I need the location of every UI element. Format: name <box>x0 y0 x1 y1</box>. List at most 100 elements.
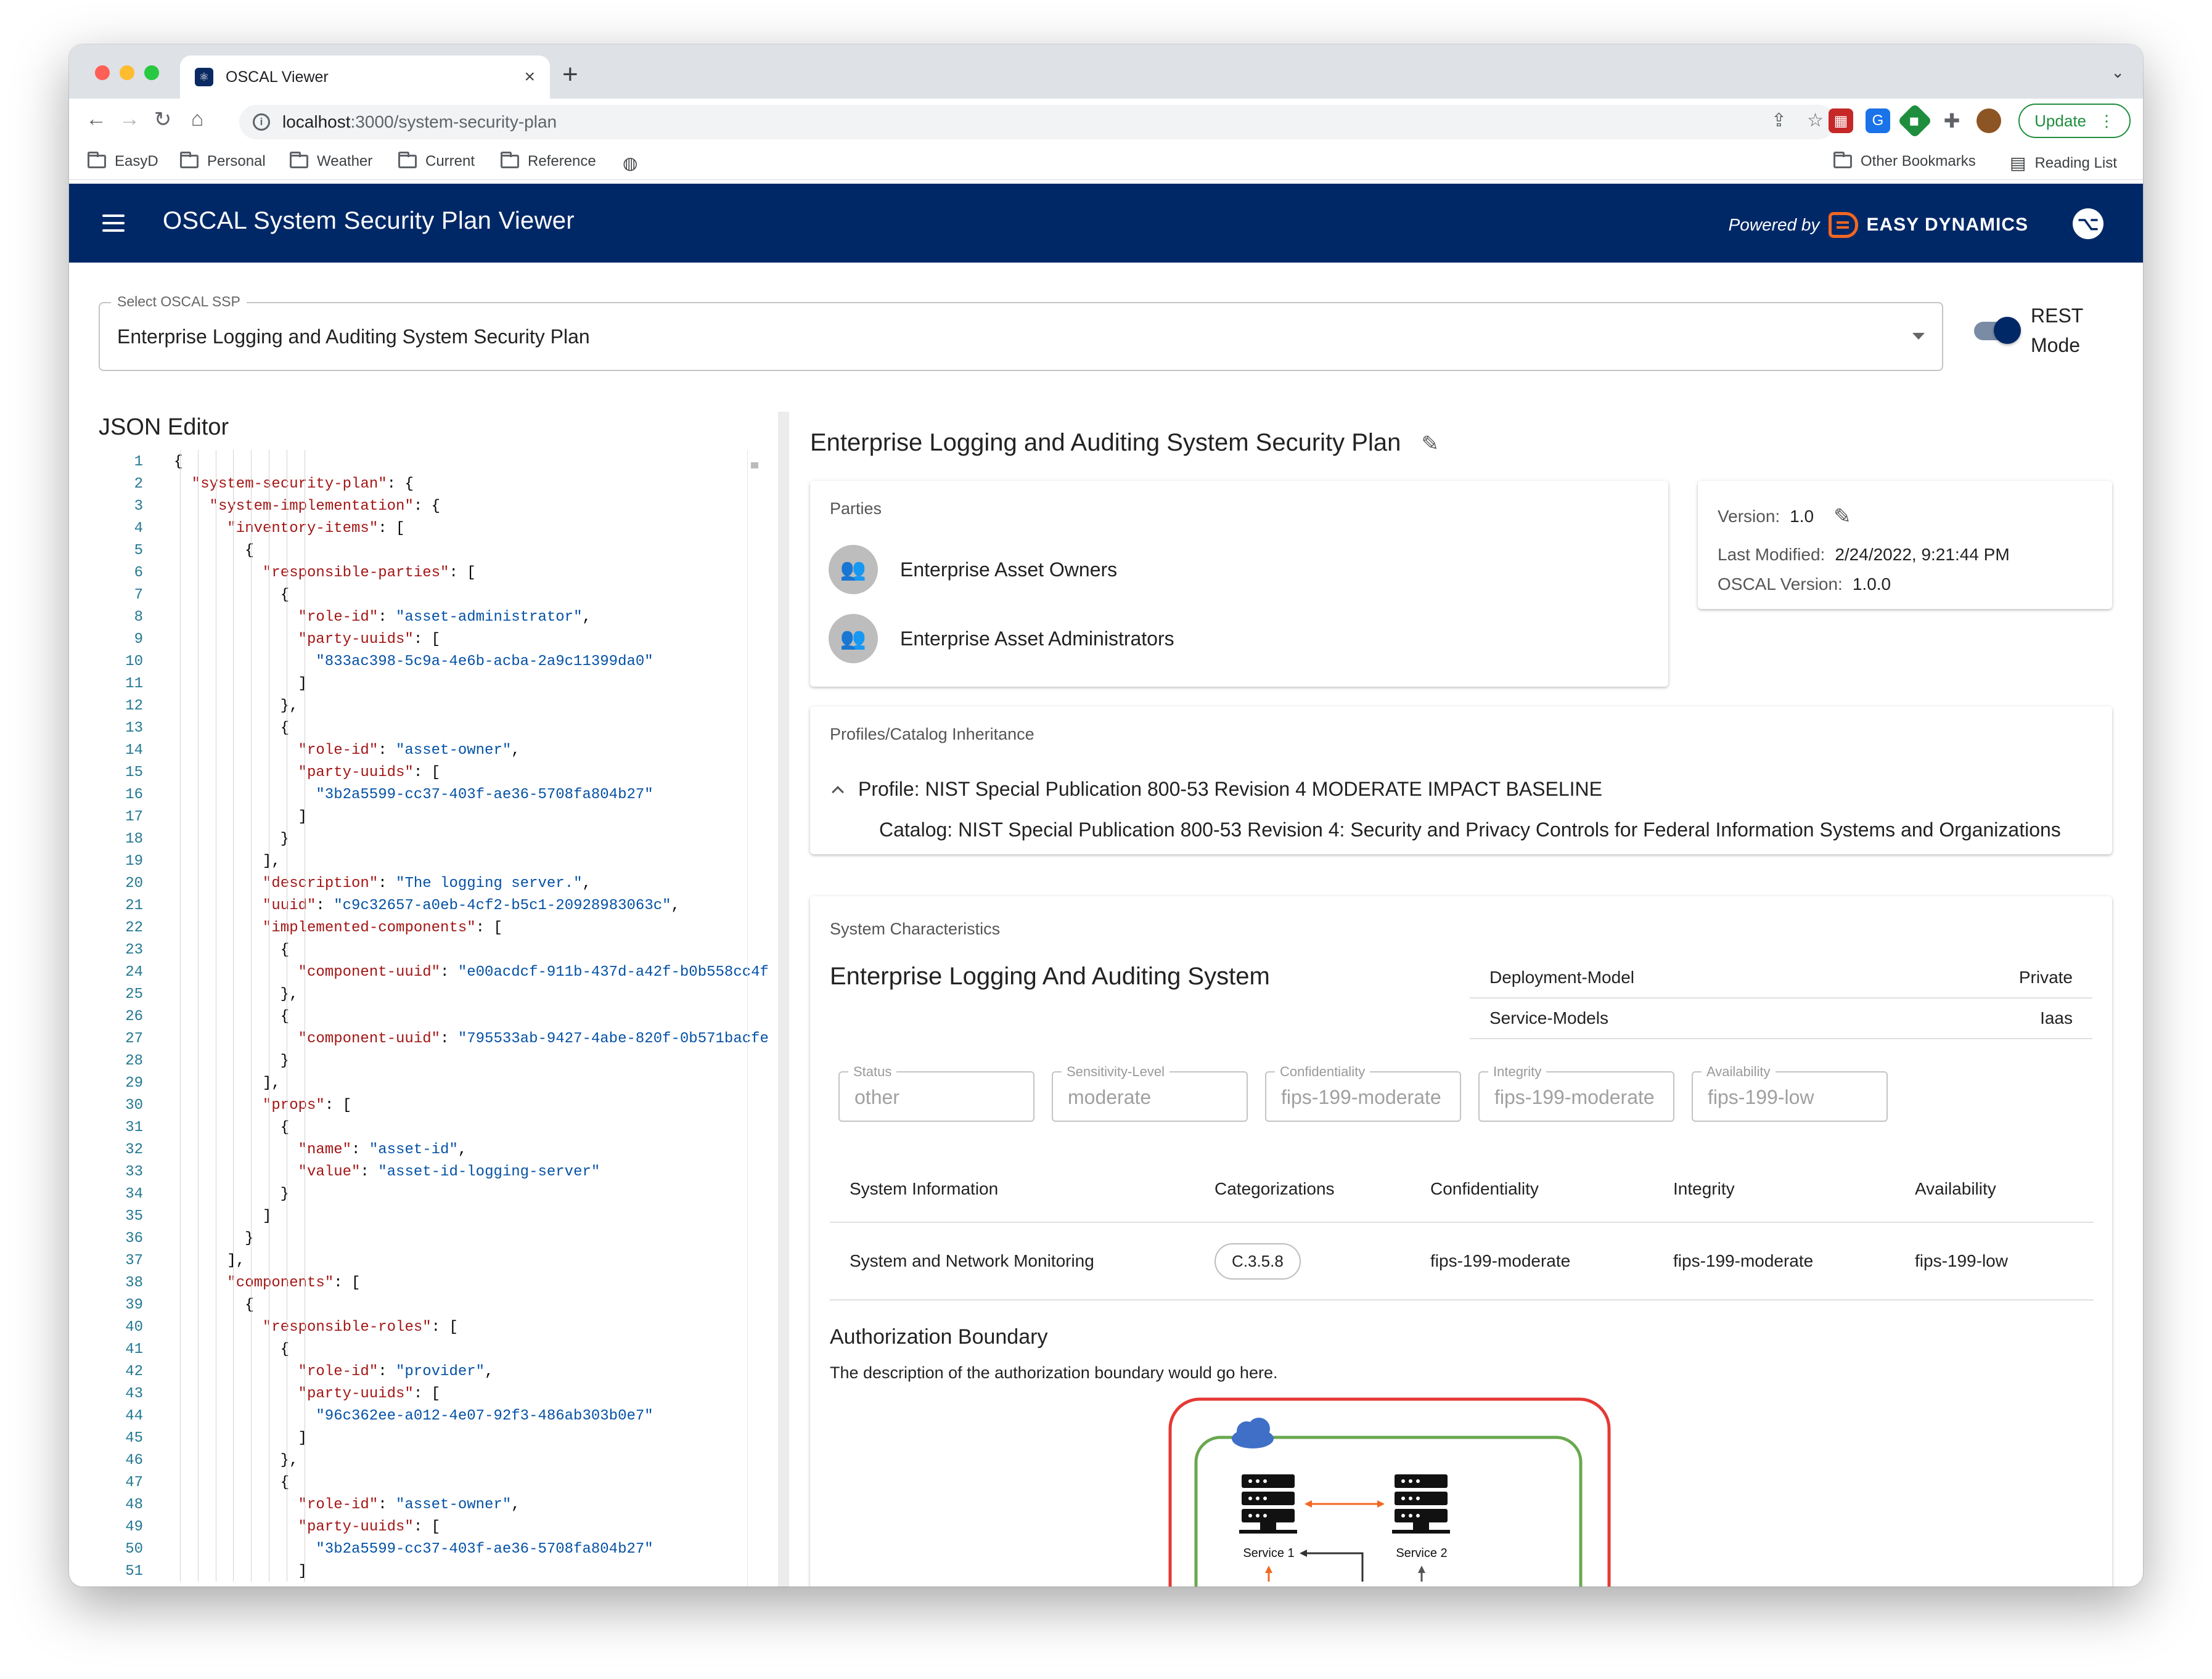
integrity-field: Integrity fips-199-moderate <box>1478 1064 1674 1122</box>
code-line[interactable]: 3 "system-implementation": { <box>99 496 771 518</box>
bookmark-folder-reference[interactable]: Reference <box>501 152 596 170</box>
bookmark-folder-easyd[interactable]: EasyD <box>88 152 158 170</box>
code-line[interactable]: 49 "party-uuids": [ <box>99 1516 771 1538</box>
line-number: 23 <box>125 942 143 958</box>
close-window-button[interactable] <box>95 65 110 80</box>
code-line[interactable]: 41 { <box>99 1339 771 1361</box>
panel-divider[interactable] <box>778 412 789 1587</box>
menu-icon[interactable] <box>102 214 125 237</box>
line-number: 33 <box>125 1164 143 1180</box>
extension-icon-2[interactable]: G <box>1866 108 1890 133</box>
code-line[interactable]: 45] <box>99 1428 771 1450</box>
party-item[interactable]: 👥 Enterprise Asset Owners <box>829 545 1117 594</box>
ssp-select[interactable]: Select OSCAL SSP Enterprise Logging and … <box>99 293 1943 371</box>
rest-mode-toggle[interactable] <box>1974 317 2021 344</box>
code-line[interactable]: 28} <box>99 1050 771 1072</box>
other-bookmarks[interactable]: Other Bookmarks <box>1833 152 1976 170</box>
code-line[interactable]: 8 "role-id": "asset-administrator", <box>99 607 771 629</box>
code-line[interactable]: 11] <box>99 673 771 695</box>
code-line[interactable]: 40 "responsible-roles": [ <box>99 1317 771 1339</box>
forward-arrow-icon[interactable]: → <box>115 107 144 131</box>
code-line[interactable]: 47 { <box>99 1472 771 1494</box>
code-line[interactable]: 1{ <box>99 451 771 473</box>
code-line[interactable]: 21 "uuid": "c9c32657-a0eb-4cf2-b5c1-20928… <box>99 895 771 917</box>
json-editor[interactable]: 1{2 "system-security-plan": {3 "system-imp… <box>99 450 771 1587</box>
code-line[interactable]: 23 { <box>99 939 771 962</box>
reload-icon[interactable]: ↻ <box>148 107 178 132</box>
extension-icon-1[interactable]: ▦ <box>1829 108 1853 133</box>
bookmark-folder-personal[interactable]: Personal <box>180 152 266 170</box>
reading-list[interactable]: ▤ Reading List <box>2010 153 2117 173</box>
home-icon[interactable]: ⌂ <box>182 107 212 131</box>
code-line[interactable]: 36} <box>99 1228 771 1250</box>
code-line[interactable]: 44 "96c362ee-a012-4e07-92f3-486ab303b0e7" <box>99 1405 771 1428</box>
code-line[interactable]: 4 "inventory-items": [ <box>99 518 771 540</box>
code-line[interactable]: 17] <box>99 806 771 828</box>
browser-tab[interactable]: ⚛ OSCAL Viewer × <box>180 55 550 99</box>
code-line[interactable]: 24 "component-uuid": "e00acdcf-911b-437d-… <box>99 962 771 984</box>
code-line[interactable]: 32 "name": "asset-id", <box>99 1139 771 1161</box>
line-number: 31 <box>125 1119 143 1136</box>
code-line[interactable]: 22 "implemented-components": [ <box>99 917 771 939</box>
bookmark-star-icon[interactable]: ☆ <box>1807 110 1824 131</box>
code-line[interactable]: 30 "props": [ <box>99 1095 771 1117</box>
code-line[interactable]: 51] <box>99 1561 771 1583</box>
back-arrow-icon[interactable]: ← <box>81 107 111 131</box>
code-line[interactable]: 16 "3b2a5599-cc37-403f-ae36-5708fa804b27" <box>99 784 771 806</box>
code-line[interactable]: 35] <box>99 1206 771 1228</box>
minimize-window-button[interactable] <box>120 65 134 80</box>
party-item[interactable]: 👥 Enterprise Asset Administrators <box>829 614 1174 663</box>
address-bar[interactable]: i localhost :3000/system-security-plan ⇪… <box>239 105 1836 139</box>
edit-title-icon[interactable]: ✎ <box>1421 432 1439 455</box>
code-line[interactable]: 25}, <box>99 984 771 1006</box>
code-line[interactable]: 15 "party-uuids": [ <box>99 762 771 784</box>
puzzle-extensions-icon[interactable]: ✚ <box>1940 108 1964 133</box>
code-line[interactable]: 13 { <box>99 717 771 740</box>
code-line[interactable]: 29], <box>99 1072 771 1095</box>
code-line[interactable]: 27 "component-uuid": "795533ab-9427-4abe-… <box>99 1028 771 1050</box>
bookmark-folder-current[interactable]: Current <box>398 152 475 170</box>
code-line[interactable]: 42 "role-id": "provider", <box>99 1361 771 1383</box>
globe-bookmark-icon[interactable]: ◍ <box>623 153 637 173</box>
close-tab-icon[interactable]: × <box>524 67 535 88</box>
code-line[interactable]: 2 "system-security-plan": { <box>99 473 771 496</box>
profile-avatar-icon[interactable] <box>1976 108 2001 133</box>
site-info-icon[interactable]: i <box>253 113 270 131</box>
bookmark-folder-weather[interactable]: Weather <box>290 152 372 170</box>
code-line[interactable]: 19], <box>99 851 771 873</box>
code-line[interactable]: 10 "833ac398-5c9a-4e6b-acba-2a9c11399da0" <box>99 651 771 673</box>
extension-icon-3[interactable]: ◆ <box>1897 103 1933 139</box>
code-line[interactable]: 5{ <box>99 540 771 562</box>
categorization-chip[interactable]: C.3.5.8 <box>1215 1243 1301 1280</box>
code-line[interactable]: 33 "value": "asset-id-logging-server" <box>99 1161 771 1183</box>
code-line[interactable]: 9 "party-uuids": [ <box>99 629 771 651</box>
share-icon[interactable]: ⇪ <box>1771 110 1787 131</box>
expand-less-icon[interactable] <box>832 785 844 798</box>
code-line[interactable]: 14 "role-id": "asset-owner", <box>99 740 771 762</box>
editor-scrollbar[interactable] <box>751 462 758 468</box>
code-line[interactable]: 48 "role-id": "asset-owner", <box>99 1494 771 1516</box>
code-line[interactable]: 46}, <box>99 1450 771 1472</box>
code-line[interactable]: 26 { <box>99 1006 771 1028</box>
code-line[interactable]: 39 { <box>99 1294 771 1317</box>
code-line[interactable]: 37], <box>99 1250 771 1272</box>
catalog-title[interactable]: Catalog: NIST Special Publication 800-53… <box>879 819 2061 841</box>
code-line[interactable]: 50 "3b2a5599-cc37-403f-ae36-5708fa804b27" <box>99 1538 771 1561</box>
powered-by[interactable]: Powered by EASY DYNAMICS <box>1729 212 2028 238</box>
code-line[interactable]: 6 "responsible-parties": [ <box>99 562 771 584</box>
code-line[interactable]: 34} <box>99 1183 771 1206</box>
code-line[interactable]: 38 "components": [ <box>99 1272 771 1294</box>
code-line[interactable]: 12}, <box>99 695 771 717</box>
code-line[interactable]: 7{ <box>99 584 771 607</box>
code-line[interactable]: 43 "party-uuids": [ <box>99 1383 771 1405</box>
code-line[interactable]: 20 "description": "The logging server.", <box>99 873 771 895</box>
tab-search-chevron-icon[interactable]: ⌄ <box>2111 63 2124 82</box>
update-button[interactable]: Update ⋮ <box>2018 104 2131 138</box>
github-icon[interactable]: ⌥ <box>2073 208 2103 239</box>
code-line[interactable]: 31 { <box>99 1117 771 1139</box>
profile-tree-item[interactable]: Profile: NIST Special Publication 800-53… <box>832 778 1602 801</box>
code-line[interactable]: 18} <box>99 828 771 851</box>
maximize-window-button[interactable] <box>144 65 159 80</box>
edit-version-icon[interactable]: ✎ <box>1833 504 1851 529</box>
new-tab-icon[interactable]: + <box>562 59 578 90</box>
